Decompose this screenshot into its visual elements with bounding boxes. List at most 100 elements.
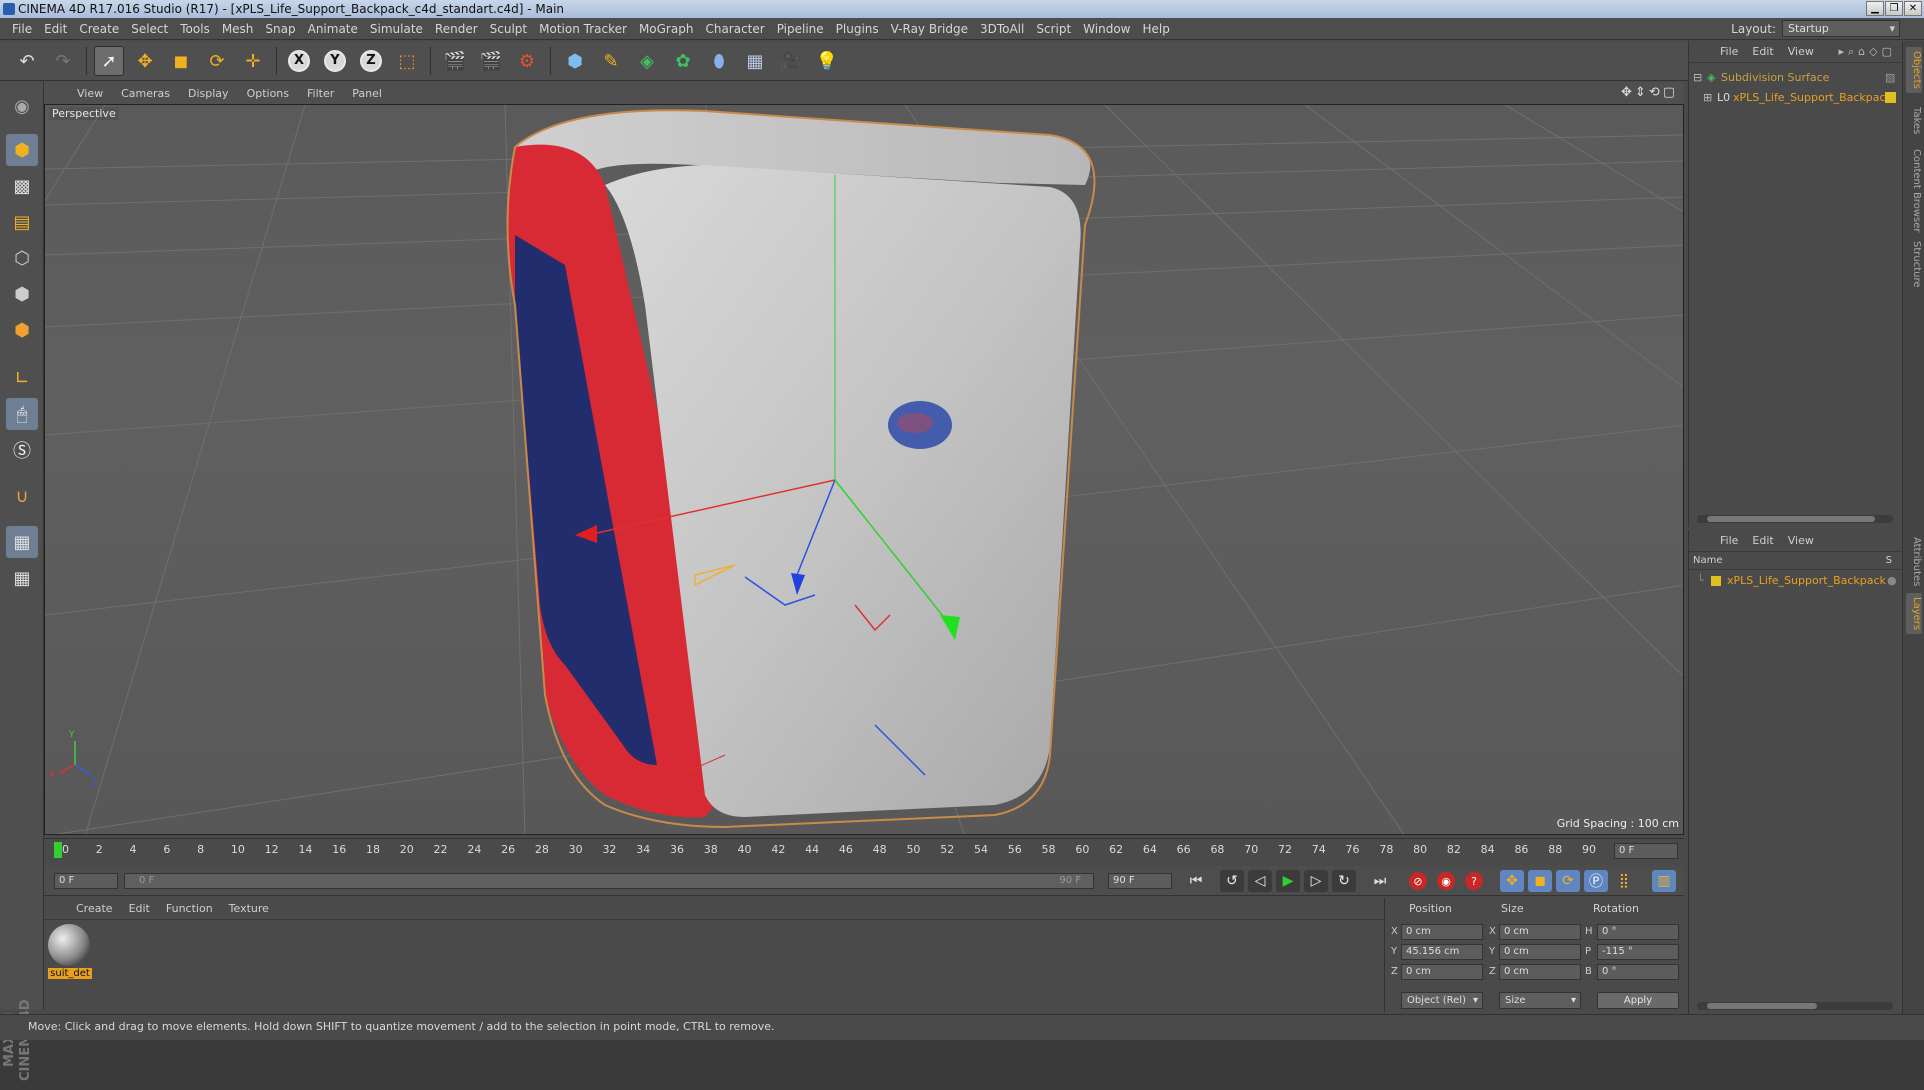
- timeline-window-icon[interactable]: ▥: [1652, 870, 1676, 892]
- menu-script[interactable]: Script: [1030, 18, 1077, 40]
- layer-item-backpack[interactable]: └ xPLS_Life_Support_Backpack ●: [1689, 572, 1903, 590]
- position-x-field[interactable]: 0 cm: [1401, 924, 1483, 940]
- z-axis-lock-button[interactable]: Z: [356, 46, 386, 76]
- tree-item-backpack[interactable]: ⊞ L0 xPLS_Life_Support_Backpack: [1689, 89, 1903, 107]
- size-x-field[interactable]: 0 cm: [1499, 924, 1581, 940]
- object-menu-view[interactable]: View: [1781, 45, 1821, 58]
- tab-structure[interactable]: Structure: [1906, 237, 1922, 292]
- y-axis-lock-button[interactable]: Y: [320, 46, 350, 76]
- menu-vray-bridge[interactable]: V-Ray Bridge: [885, 18, 974, 40]
- go-to-end-icon[interactable]: ⏭: [1368, 870, 1392, 892]
- tweak-mode-icon[interactable]: 🖱: [6, 398, 38, 430]
- timeline-ruler[interactable]: 0 2 4 6 8 10 12 14 16 18 20 22 24 26 28 30 32 34 36 38 40 42 4…: [44, 838, 1684, 864]
- menu-simulate[interactable]: Simulate: [364, 18, 429, 40]
- tab-attributes[interactable]: Attributes: [1906, 533, 1922, 590]
- tab-objects[interactable]: Objects: [1906, 47, 1922, 93]
- menu-3dtoall[interactable]: 3DToAll: [974, 18, 1030, 40]
- menu-select[interactable]: Select: [125, 18, 174, 40]
- move-tool-icon[interactable]: ✥: [130, 46, 160, 76]
- model-mode-icon[interactable]: ⬢: [6, 134, 38, 166]
- keyframe-selection-icon[interactable]: ?: [1462, 870, 1486, 892]
- previous-key-icon[interactable]: ↺: [1220, 870, 1244, 892]
- magnet-icon[interactable]: ∪: [6, 480, 38, 512]
- texture-mode-icon[interactable]: ▩: [6, 170, 38, 202]
- menu-file[interactable]: File: [6, 18, 38, 40]
- render-settings-icon[interactable]: ⚙: [512, 46, 542, 76]
- make-editable-icon[interactable]: ◉: [6, 90, 38, 122]
- preview-end-field[interactable]: 90 F: [1108, 873, 1172, 889]
- coordinate-mode-dropdown[interactable]: Object (Rel): [1401, 992, 1483, 1009]
- material-swatch[interactable]: suit_det: [48, 924, 92, 982]
- object-menu-file[interactable]: File: [1713, 45, 1745, 58]
- menu-motion-tracker[interactable]: Motion Tracker: [533, 18, 633, 40]
- tree-item-subdivision-surface[interactable]: ⊟ ◈ Subdivision Surface ▨: [1689, 69, 1903, 87]
- play-forward-icon[interactable]: ▶: [1276, 870, 1300, 892]
- menu-animate[interactable]: Animate: [302, 18, 364, 40]
- solo-toggle-icon[interactable]: ●: [1887, 572, 1897, 590]
- menu-help[interactable]: Help: [1136, 18, 1175, 40]
- locked-workplane-icon[interactable]: ▦: [6, 526, 38, 558]
- apply-button[interactable]: Apply: [1597, 992, 1679, 1009]
- key-position-icon[interactable]: ✥: [1500, 870, 1524, 892]
- coordinate-system-icon[interactable]: ⬚: [392, 46, 422, 76]
- menu-character[interactable]: Character: [699, 18, 770, 40]
- collapse-icon[interactable]: ⊟: [1693, 69, 1702, 87]
- go-to-start-icon[interactable]: ⏮: [1184, 870, 1208, 892]
- cube-primitive-icon[interactable]: ⬢: [560, 46, 590, 76]
- material-menu-edit[interactable]: Edit: [121, 902, 158, 915]
- camera-icon[interactable]: 🎥: [776, 46, 806, 76]
- redo-icon[interactable]: ↷: [48, 46, 78, 76]
- preview-range-slider[interactable]: 0 F 90 F: [124, 873, 1094, 889]
- recent-tool-icon[interactable]: ✛: [238, 46, 268, 76]
- menu-edit[interactable]: Edit: [38, 18, 73, 40]
- layer-color-swatch[interactable]: [1711, 576, 1721, 586]
- menu-mesh[interactable]: Mesh: [216, 18, 260, 40]
- viewport-menu-view[interactable]: View: [68, 87, 112, 100]
- floor-scene-icon[interactable]: ▦: [740, 46, 770, 76]
- tab-layers[interactable]: Layers: [1906, 593, 1922, 635]
- next-frame-icon[interactable]: ▷: [1304, 870, 1328, 892]
- viewport-menu-panel[interactable]: Panel: [343, 87, 391, 100]
- menu-render[interactable]: Render: [429, 18, 484, 40]
- rotation-h-field[interactable]: 0 °: [1597, 924, 1679, 940]
- expand-icon[interactable]: ⊞: [1703, 89, 1712, 107]
- scale-tool-icon[interactable]: ◼: [166, 46, 196, 76]
- live-selection-icon[interactable]: ➚: [94, 46, 124, 76]
- key-parameter-icon[interactable]: Ⓟ: [1584, 870, 1608, 892]
- deformer-icon[interactable]: ⬮: [704, 46, 734, 76]
- material-menu-create[interactable]: Create: [68, 902, 121, 915]
- subdivision-surface-icon[interactable]: ◈: [632, 46, 662, 76]
- rotation-b-field[interactable]: 0 °: [1597, 964, 1679, 980]
- tab-takes[interactable]: Takes: [1906, 103, 1922, 138]
- minimize-button[interactable]: ▁: [1866, 1, 1884, 16]
- autokeying-icon[interactable]: ◉: [1434, 870, 1458, 892]
- cloner-icon[interactable]: ✿: [668, 46, 698, 76]
- layer-menu-view[interactable]: View: [1781, 534, 1821, 547]
- menu-sculpt[interactable]: Sculpt: [484, 18, 533, 40]
- maximize-button[interactable]: ❐: [1885, 1, 1903, 16]
- undo-icon[interactable]: ↶: [12, 46, 42, 76]
- menu-snap[interactable]: Snap: [259, 18, 301, 40]
- position-z-field[interactable]: 0 cm: [1401, 964, 1483, 980]
- perspective-viewport[interactable]: Y X Z Perspective Grid Spacing : 100 cm: [44, 104, 1684, 835]
- close-button[interactable]: ✕: [1904, 1, 1922, 16]
- menu-pipeline[interactable]: Pipeline: [771, 18, 830, 40]
- next-key-icon[interactable]: ↻: [1332, 870, 1356, 892]
- menu-window[interactable]: Window: [1077, 18, 1136, 40]
- light-icon[interactable]: 💡: [812, 46, 842, 76]
- object-manager-toolbar-icons[interactable]: ▸⌕⌂◇▢: [1838, 45, 1896, 59]
- position-y-field[interactable]: 45.156 cm: [1401, 944, 1483, 960]
- layout-dropdown[interactable]: Startup: [1782, 20, 1900, 37]
- timeline-playhead[interactable]: [54, 842, 62, 858]
- axis-mode-icon[interactable]: ∟: [6, 362, 38, 394]
- key-scale-icon[interactable]: ◼: [1528, 870, 1552, 892]
- edges-mode-icon[interactable]: ⬢: [6, 278, 38, 310]
- rotation-p-field[interactable]: -115 °: [1597, 944, 1679, 960]
- snap-icon[interactable]: Ⓢ: [6, 434, 38, 466]
- viewport-menu-filter[interactable]: Filter: [298, 87, 343, 100]
- viewport-menu-cameras[interactable]: Cameras: [112, 87, 179, 100]
- polygons-mode-icon[interactable]: ⬢: [6, 314, 38, 346]
- tab-content-browser[interactable]: Content Browser: [1906, 145, 1922, 236]
- points-mode-icon[interactable]: ⬡: [6, 242, 38, 274]
- layer-menu-file[interactable]: File: [1713, 534, 1745, 547]
